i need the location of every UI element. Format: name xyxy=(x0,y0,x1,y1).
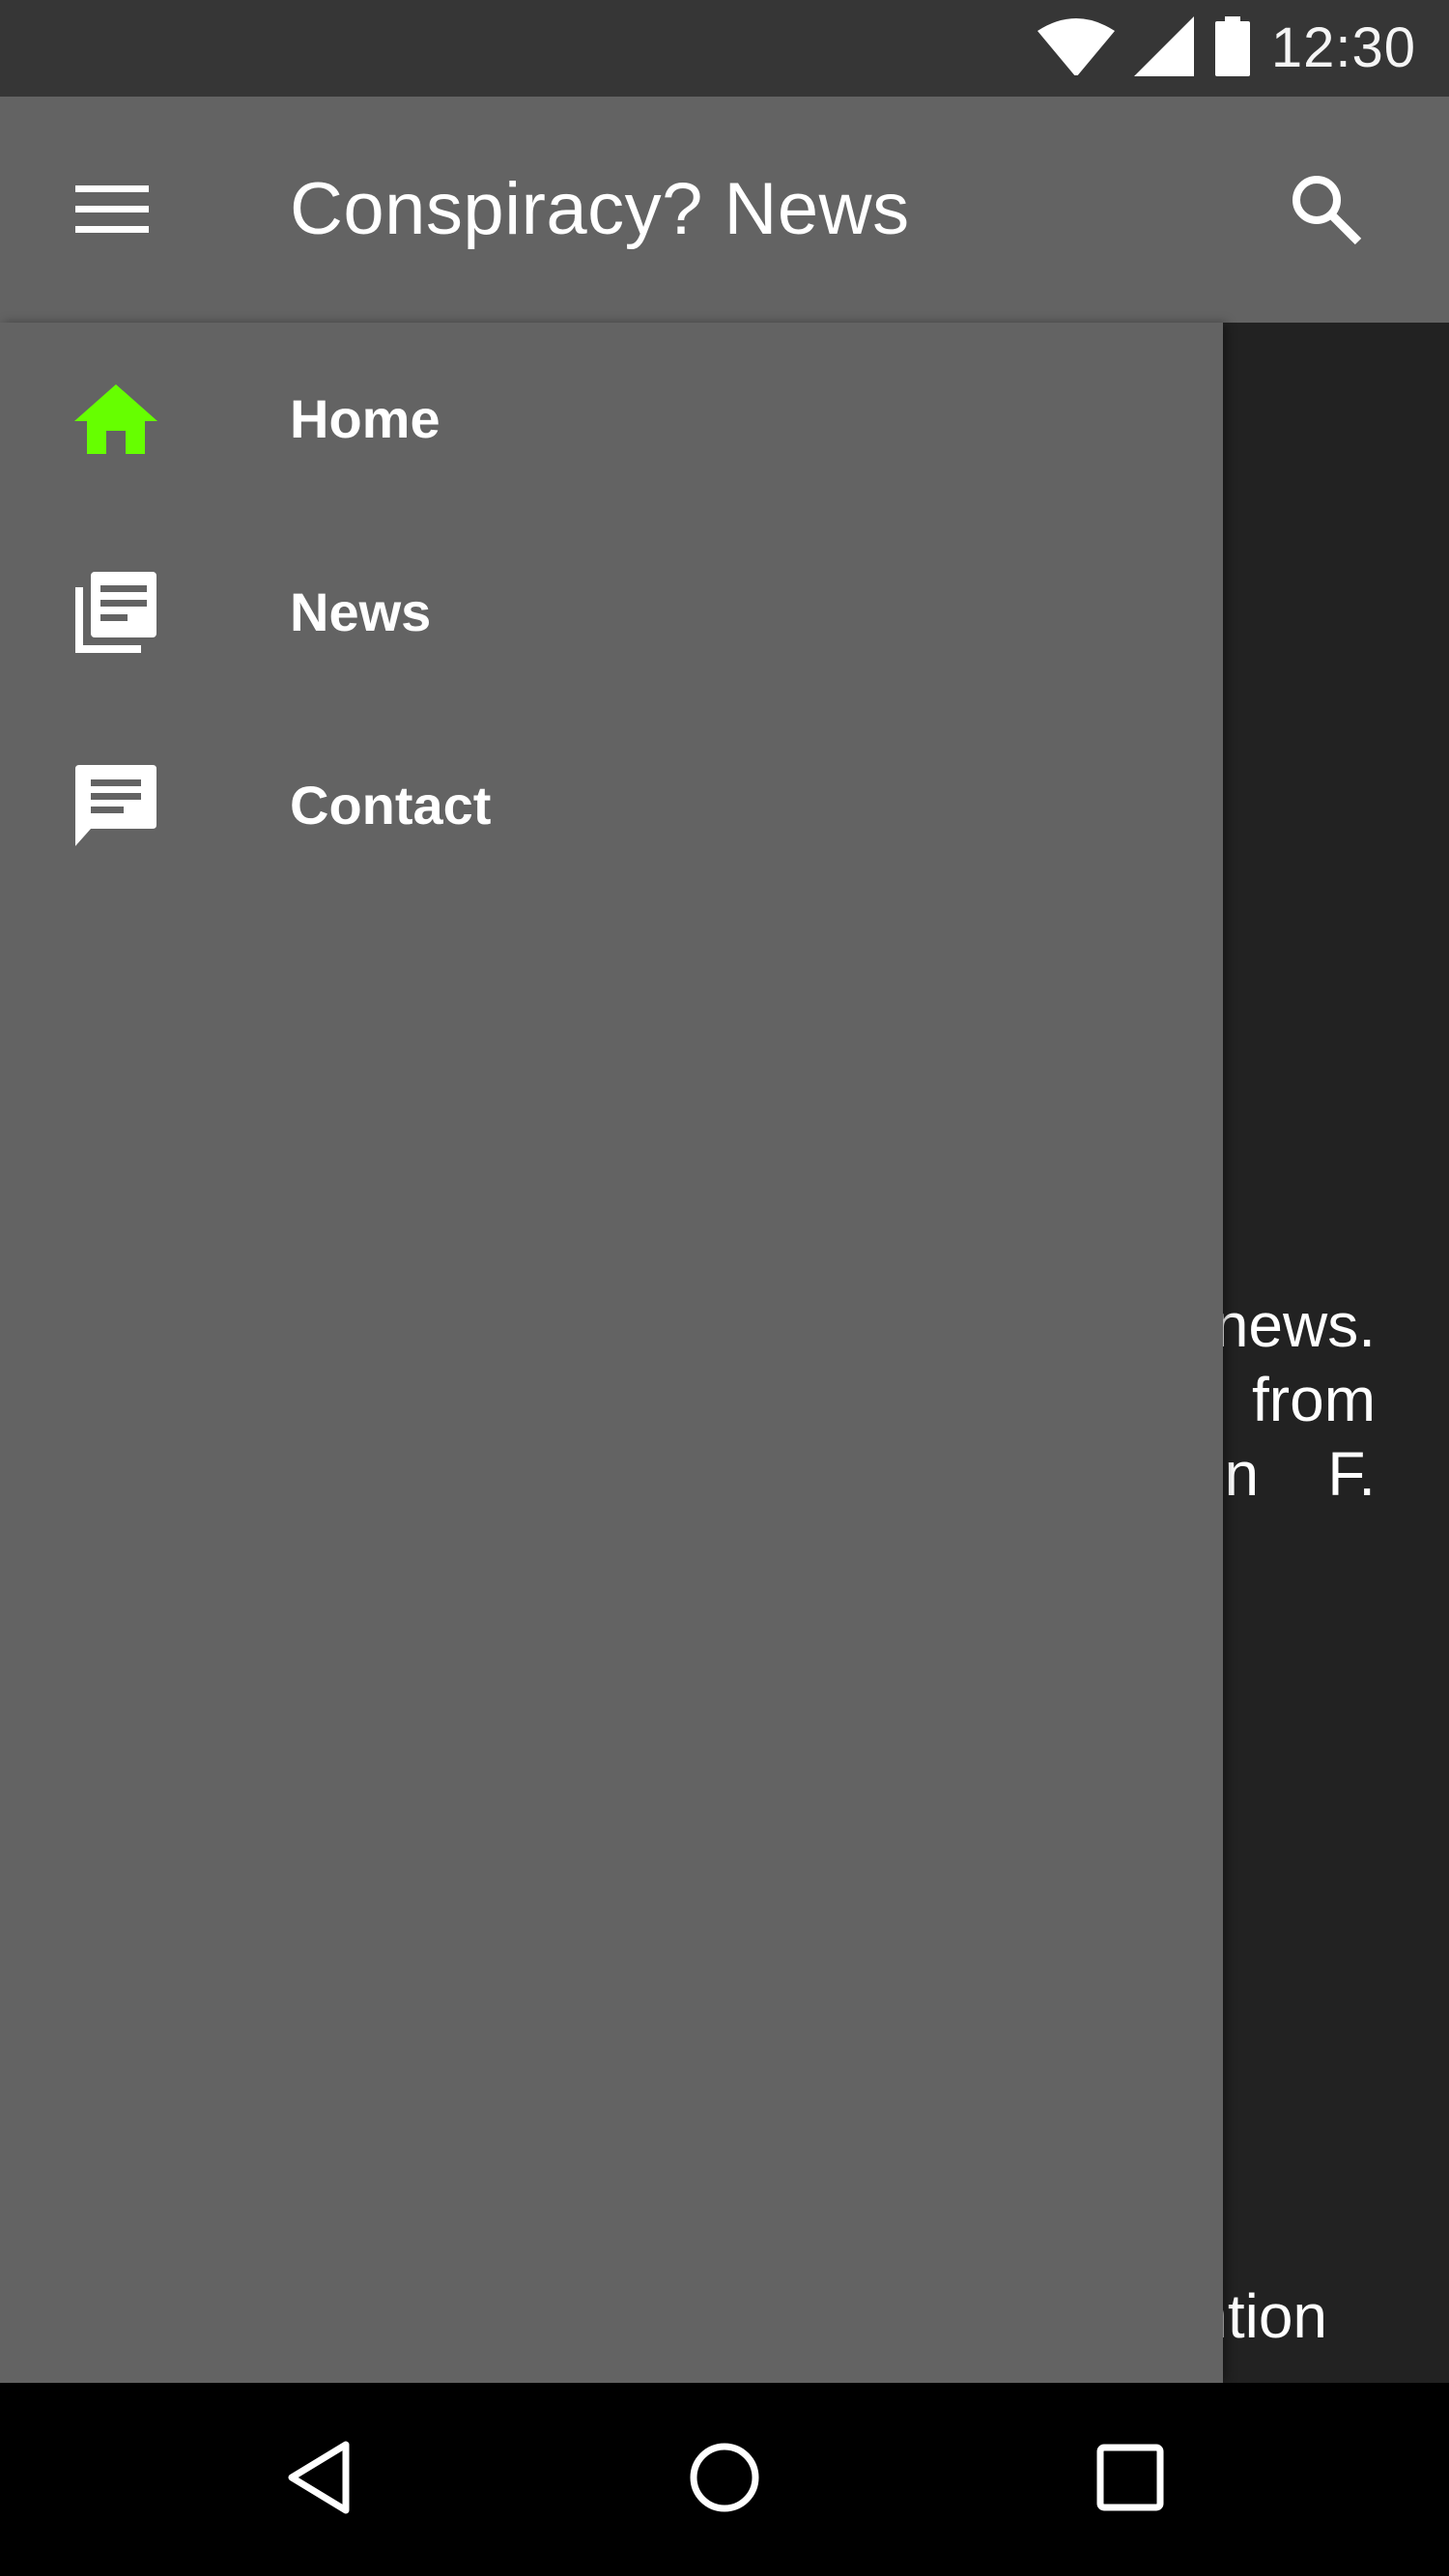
recents-icon xyxy=(1092,2439,1169,2521)
back-button[interactable] xyxy=(265,2421,381,2537)
wifi-icon xyxy=(1037,17,1115,80)
home-icon xyxy=(70,373,162,466)
status-time: 12:30 xyxy=(1270,16,1416,79)
home-circle-icon xyxy=(686,2439,763,2521)
background-line: ntion xyxy=(1223,2281,1327,2351)
navigation-drawer: Home News Contact xyxy=(0,323,1223,2383)
battery-icon xyxy=(1213,15,1252,81)
app-title: Conspiracy? News xyxy=(290,168,910,250)
drawer-item-label: News xyxy=(290,581,432,642)
drawer-item-contact[interactable]: Contact xyxy=(0,709,1223,902)
app-bar: Conspiracy? News xyxy=(0,97,1449,323)
background-content: news. from nn F. ntion xyxy=(1223,323,1449,2383)
background-line: news. xyxy=(1223,1290,1376,1360)
home-button[interactable] xyxy=(667,2421,782,2537)
chat-icon xyxy=(70,759,162,852)
cellular-signal-icon xyxy=(1133,15,1194,81)
screen: 12:30 Conspiracy? News news. from n F. t… xyxy=(0,0,1449,2576)
status-bar: 12:30 xyxy=(0,0,1449,97)
drawer-item-label: Contact xyxy=(290,775,492,835)
background-line: nn F. xyxy=(1223,1439,1376,1509)
search-icon xyxy=(1287,170,1364,252)
drawer-item-home[interactable]: Home xyxy=(0,323,1223,516)
recents-button[interactable] xyxy=(1072,2421,1188,2537)
background-line: from xyxy=(1252,1365,1376,1434)
background-paragraph: news. from nn F. xyxy=(1223,1288,1376,1512)
drawer-item-news[interactable]: News xyxy=(0,516,1223,709)
newspaper-icon xyxy=(70,566,162,659)
hamburger-menu-icon xyxy=(73,180,151,242)
drawer-item-label: Home xyxy=(290,388,440,449)
system-navigation-bar xyxy=(0,2383,1449,2576)
status-icons: 12:30 xyxy=(1037,10,1416,87)
menu-button[interactable] xyxy=(56,164,168,257)
back-icon xyxy=(284,2439,361,2521)
search-button[interactable] xyxy=(1279,164,1372,257)
